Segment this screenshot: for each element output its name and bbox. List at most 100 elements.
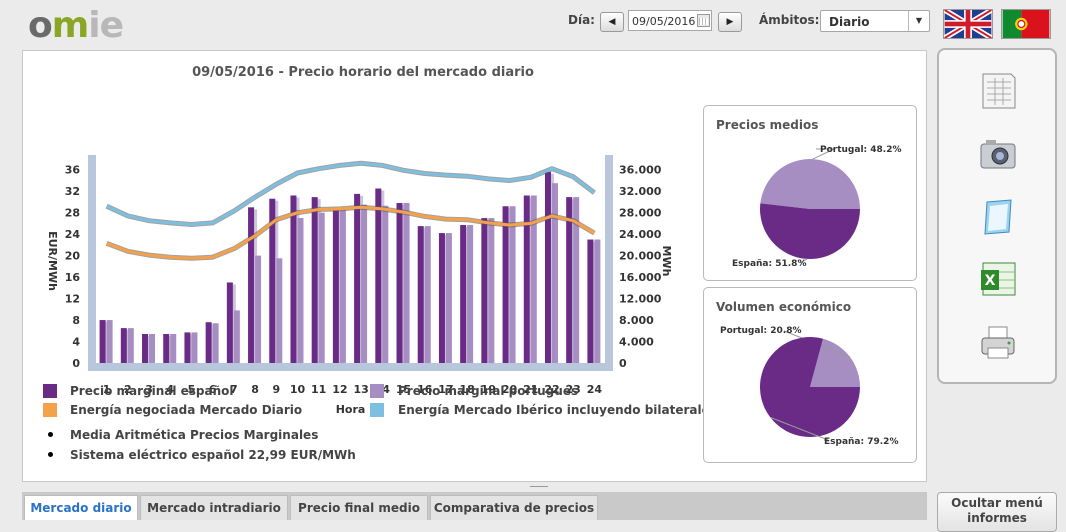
bar-spain xyxy=(523,195,530,363)
pie-label: Portugal: 20.8% xyxy=(720,326,801,336)
y2-tick-label: 12.000 xyxy=(619,293,662,306)
notepad-icon[interactable] xyxy=(977,196,1019,238)
bar-portugal xyxy=(424,226,431,363)
bar-portugal xyxy=(276,258,283,363)
bar-spain xyxy=(142,334,149,363)
y-tick-label: 24 xyxy=(65,228,81,241)
y2-tick-label: 4.000 xyxy=(619,336,654,349)
bar-portugal xyxy=(255,255,262,363)
bar-portugal xyxy=(297,218,304,363)
pie-label: Portugal: 48.2% xyxy=(820,145,901,155)
y-tick-label: 16 xyxy=(65,271,81,284)
arrow-left-icon: ◀ xyxy=(608,17,616,27)
tab-mercado-intradiario[interactable]: Mercado intradiario xyxy=(140,495,288,520)
y-tick-label: 12 xyxy=(65,293,80,306)
spanish-system-text: Sistema eléctrico español 22,99 EUR/MWh xyxy=(70,448,356,462)
x-tick-label: 12 xyxy=(332,383,347,396)
hourly-price-chart: 0 4 8 12 16 20 24 28 32 36 0 4.000 8.000 12.000 16.000… xyxy=(46,155,673,416)
bar-spain xyxy=(311,197,318,363)
bar-spain xyxy=(205,322,212,363)
scope-label: Ámbitos: xyxy=(759,13,820,27)
y-tick-label: 36 xyxy=(65,164,81,177)
bar-portugal xyxy=(488,218,495,363)
portugal-flag-icon[interactable] xyxy=(1001,9,1051,39)
previous-day-button[interactable]: ◀ xyxy=(600,12,624,32)
legend-swatch-energy-iberian xyxy=(370,403,384,417)
pie-label: España: 79.2% xyxy=(824,437,898,447)
x-tick-label: 11 xyxy=(311,383,326,396)
bar-spain xyxy=(163,334,170,363)
average-prices-pie: Portugal: 48.2% España: 51.8% xyxy=(732,145,901,269)
next-day-button[interactable]: ▶ xyxy=(718,12,742,32)
bar-portugal xyxy=(509,206,516,363)
average-prices-panel: Precios medios Portugal: 48.2% España: 51… xyxy=(703,105,917,281)
x-axis-title: Hora xyxy=(336,403,366,416)
bar-portugal xyxy=(127,328,134,363)
date-input[interactable]: 09/05/2016 xyxy=(628,10,712,31)
x-tick-label: 8 xyxy=(251,383,259,396)
y-tick-label: 28 xyxy=(65,207,80,220)
tab-mercado-diario[interactable]: Mercado diario xyxy=(24,495,138,520)
top-bar: omie Día: ◀ 09/05/2016 ▶ Ámbitos: Diario… xyxy=(0,0,1066,46)
line-shadow xyxy=(105,160,596,227)
bar-spain xyxy=(544,171,551,363)
bar-portugal xyxy=(212,323,219,363)
date-value: 09/05/2016 xyxy=(632,15,696,28)
y2-tick-label: 36.000 xyxy=(619,164,662,177)
legend-spain: Precio marginal español xyxy=(70,384,234,398)
pie-label: España: 51.8% xyxy=(732,259,806,269)
bar-spain xyxy=(587,239,594,363)
uk-flag-icon[interactable] xyxy=(943,9,993,39)
y-tick-label: 4 xyxy=(72,336,80,349)
omie-logo: omie xyxy=(28,5,124,46)
y2-tick-label: 0 xyxy=(619,357,627,370)
y-axis-left xyxy=(88,155,96,371)
scope-select[interactable]: Diario ▼ xyxy=(820,10,930,32)
y2-tick-label: 20.000 xyxy=(619,250,662,263)
y-tick-label: 32 xyxy=(65,185,80,198)
bar-portugal xyxy=(382,205,389,363)
pie-slice xyxy=(760,203,860,260)
day-label: Día: xyxy=(568,13,595,27)
x-tick-label: 10 xyxy=(290,383,306,396)
y2-tick-label: 16.000 xyxy=(619,271,662,284)
bar-spain xyxy=(502,206,509,363)
legend-swatch-portugal xyxy=(370,384,384,398)
y2-axis-title: MWh xyxy=(660,246,673,277)
bar-portugal xyxy=(467,225,474,363)
tab-comparativa-precios[interactable]: Comparativa de precios xyxy=(430,495,598,520)
x-tick-label: 9 xyxy=(272,383,280,396)
excel-icon[interactable]: X xyxy=(977,258,1019,300)
chart-title: 09/05/2016 - Precio horario del mercado … xyxy=(192,65,534,80)
hide-reports-button[interactable]: Ocultar menú informes xyxy=(937,492,1057,532)
bar-spain xyxy=(120,328,127,363)
y2-tick-label: 28.000 xyxy=(619,207,662,220)
bar-portugal xyxy=(551,183,558,363)
arrow-right-icon: ▶ xyxy=(726,17,734,27)
svg-text:X: X xyxy=(985,273,996,289)
bar-spain xyxy=(332,207,339,363)
bar-spain xyxy=(481,218,488,363)
legend-portugal: Precio marginal portugués xyxy=(398,384,579,398)
bar-portugal xyxy=(594,239,601,363)
y-tick-label: 0 xyxy=(72,357,80,370)
bar-spain xyxy=(375,188,382,363)
chart-panel: 09/05/2016 - Precio horario del mercado … xyxy=(22,50,927,482)
scope-value: Diario xyxy=(829,15,870,29)
bullet-icon xyxy=(48,452,53,457)
bar-spain xyxy=(290,195,297,363)
bar-spain xyxy=(226,282,233,363)
chevron-down-icon: ▼ xyxy=(908,11,929,31)
y-tick-label: 20 xyxy=(65,250,81,263)
economic-volume-pie: Portugal: 20.8% España: 79.2% xyxy=(720,326,898,447)
camera-icon[interactable] xyxy=(977,134,1019,176)
table-report-icon[interactable] xyxy=(977,70,1019,112)
line-energy-daily xyxy=(106,205,596,260)
bar-spain xyxy=(417,226,424,363)
bar-spain xyxy=(184,332,191,363)
tab-precio-final-medio[interactable]: Precio final medio xyxy=(290,495,428,520)
y2-tick-label: 24.000 xyxy=(619,228,662,241)
printer-icon[interactable] xyxy=(977,322,1019,364)
calendar-icon[interactable] xyxy=(697,14,710,27)
bar-portugal xyxy=(106,320,113,363)
